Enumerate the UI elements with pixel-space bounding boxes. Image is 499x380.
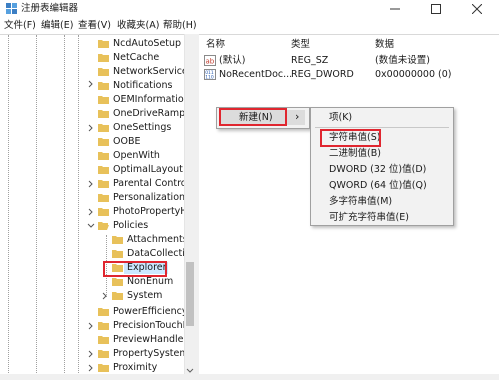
chevron-right-icon[interactable] bbox=[101, 292, 109, 300]
tree-item[interactable]: OpenWith bbox=[98, 149, 184, 163]
folder-icon bbox=[98, 96, 109, 104]
tree-item[interactable]: DataCollection bbox=[112, 247, 196, 261]
tree-item[interactable]: OneSettings bbox=[98, 121, 184, 135]
column-header-name[interactable]: 名称 bbox=[206, 39, 225, 51]
chevron-down-icon[interactable] bbox=[87, 222, 95, 230]
minimize-button[interactable] bbox=[375, 0, 415, 17]
list-item[interactable]: ab (默认) REG_SZ (数值未设置) bbox=[204, 54, 494, 68]
binary-value-icon: 011 110 bbox=[204, 69, 216, 80]
tree-guide-line bbox=[8, 35, 9, 380]
tree-item[interactable]: NetworkServiceTr bbox=[98, 65, 196, 79]
chevron-right-icon[interactable] bbox=[87, 80, 95, 88]
folder-icon bbox=[112, 250, 123, 258]
folder-icon bbox=[98, 40, 109, 48]
menu-favorites[interactable]: 收藏夹(A) bbox=[117, 19, 159, 32]
open-folder-icon bbox=[98, 222, 109, 230]
tree-item[interactable]: NetCache bbox=[98, 51, 184, 65]
menu-help[interactable]: 帮助(H) bbox=[163, 19, 197, 32]
folder-icon bbox=[98, 364, 109, 372]
tree-item[interactable]: NcdAutoSetup bbox=[98, 37, 184, 51]
menu-bar: 文件(F) 编辑(E) 查看(V) 收藏夹(A) 帮助(H) bbox=[0, 17, 499, 34]
chevron-right-icon: › bbox=[295, 110, 300, 123]
column-header-type[interactable]: 类型 bbox=[291, 39, 310, 51]
menu-edit[interactable]: 编辑(E) bbox=[41, 19, 73, 32]
svg-text:ab: ab bbox=[206, 58, 215, 66]
tree-item[interactable]: Proximity bbox=[98, 361, 184, 375]
folder-icon bbox=[98, 68, 109, 76]
maximize-button[interactable] bbox=[416, 0, 456, 17]
folder-icon bbox=[98, 308, 109, 316]
window-title: 注册表编辑器 bbox=[21, 3, 79, 14]
tree-item[interactable]: NonEnum bbox=[112, 275, 184, 289]
string-value-highlight-box bbox=[320, 129, 381, 147]
tree-item[interactable]: Attachments bbox=[112, 233, 188, 247]
close-button[interactable] bbox=[457, 0, 499, 17]
tree-item[interactable]: OEMInformation bbox=[98, 93, 190, 107]
folder-icon bbox=[98, 54, 109, 62]
tree-scrollbar-thumb[interactable] bbox=[186, 262, 194, 326]
chevron-right-icon[interactable] bbox=[87, 124, 95, 132]
folder-icon bbox=[98, 194, 109, 202]
chevron-right-icon[interactable] bbox=[87, 208, 95, 216]
tree-item[interactable]: Personalization bbox=[98, 191, 185, 205]
folder-icon bbox=[98, 110, 109, 118]
column-header-data[interactable]: 数据 bbox=[375, 39, 394, 51]
menu-separator bbox=[315, 127, 449, 128]
tree-item[interactable]: PrecisionTouchPa bbox=[98, 319, 194, 333]
menu-view[interactable]: 查看(V) bbox=[78, 19, 111, 32]
registry-tree[interactable]: NcdAutoSetup NetCache NetworkServiceTr N… bbox=[0, 34, 196, 380]
tree-item[interactable]: PreviewHandlers bbox=[98, 333, 192, 347]
horizontal-scrollbar[interactable] bbox=[0, 374, 499, 380]
new-submenu: 项(K) 字符串值(S) 二进制值(B) DWORD (32 位)值(D) QW… bbox=[310, 107, 454, 226]
tree-guide-line bbox=[78, 35, 79, 380]
tree-item[interactable]: PhotoPropertyHa bbox=[98, 205, 193, 219]
folder-icon bbox=[98, 138, 109, 146]
folder-icon bbox=[98, 208, 109, 216]
maximize-icon bbox=[431, 4, 441, 14]
chevron-right-icon[interactable] bbox=[87, 350, 95, 358]
folder-icon bbox=[98, 124, 109, 132]
folder-icon bbox=[98, 336, 109, 344]
new-menu-highlight-box bbox=[219, 108, 287, 126]
chevron-right-icon[interactable] bbox=[87, 364, 95, 372]
tree-item[interactable]: System bbox=[112, 289, 184, 303]
chevron-right-icon[interactable] bbox=[87, 322, 95, 330]
minimize-icon bbox=[390, 8, 400, 10]
menu-item-expandable-string-value[interactable]: 可扩充字符串值(E) bbox=[329, 211, 409, 225]
string-value-icon: ab bbox=[204, 55, 216, 66]
folder-icon bbox=[112, 278, 123, 286]
folder-icon bbox=[98, 82, 109, 90]
tree-item[interactable]: Notifications bbox=[98, 79, 184, 93]
folder-icon bbox=[98, 152, 109, 160]
menu-item-qword-value[interactable]: QWORD (64 位)值(Q) bbox=[329, 179, 427, 193]
registry-icon bbox=[6, 3, 17, 14]
menu-item-multi-string-value[interactable]: 多字符串值(M) bbox=[329, 195, 392, 209]
tree-item[interactable]: OptimalLayout bbox=[98, 163, 184, 177]
folder-icon bbox=[98, 350, 109, 358]
folder-icon bbox=[112, 236, 123, 244]
tree-guide-line bbox=[64, 35, 65, 380]
chevron-right-icon[interactable] bbox=[87, 180, 95, 188]
menu-item-dword-value[interactable]: DWORD (32 位)值(D) bbox=[329, 163, 426, 177]
menu-item-binary-value[interactable]: 二进制值(B) bbox=[329, 147, 381, 161]
tree-item[interactable]: PowerEfficiencyDi bbox=[98, 305, 196, 319]
tree-guide-line bbox=[36, 35, 37, 380]
tree-item-policies[interactable]: Policies bbox=[98, 219, 184, 233]
folder-icon bbox=[98, 166, 109, 174]
close-icon bbox=[472, 4, 482, 14]
folder-icon bbox=[98, 180, 109, 188]
tree-item[interactable]: OneDriveRamps bbox=[98, 107, 190, 121]
svg-text:110: 110 bbox=[205, 75, 214, 80]
folder-icon bbox=[112, 292, 123, 300]
tree-item[interactable]: Parental Controls bbox=[98, 177, 194, 191]
tree-item[interactable]: PropertySystem bbox=[98, 347, 189, 361]
list-item[interactable]: 011 110 NoRecentDoc... REG_DWORD 0x00000… bbox=[204, 68, 494, 82]
folder-icon bbox=[98, 322, 109, 330]
tree-scrollbar[interactable] bbox=[184, 34, 196, 380]
menu-item-key[interactable]: 项(K) bbox=[329, 111, 352, 125]
tree-item[interactable]: OOBE bbox=[98, 135, 184, 149]
menu-file[interactable]: 文件(F) bbox=[4, 19, 36, 32]
